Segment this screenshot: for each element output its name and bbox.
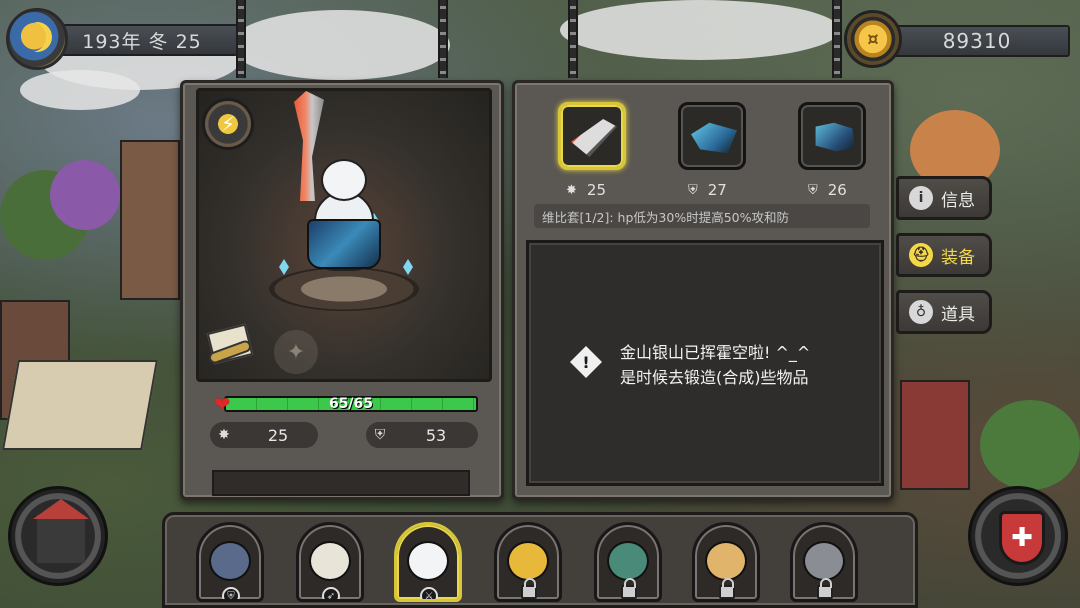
lock-icon	[521, 578, 537, 599]
armor-value: 27	[707, 181, 727, 199]
equip-slot-boots[interactable]	[798, 102, 866, 170]
equip-slot-weapon[interactable]	[558, 102, 626, 170]
tab-equipment[interactable]: ⛑ 装备	[896, 233, 992, 277]
hanging-chain	[438, 0, 448, 78]
date-display: 193年 冬 25	[6, 8, 238, 70]
hero-portrait-crocodile[interactable]	[594, 522, 662, 602]
hero-portrait-polar-bear[interactable]: ⚔	[394, 522, 462, 602]
hero-portrait-leopard[interactable]	[494, 522, 562, 602]
lock-icon	[817, 578, 833, 599]
battle-shield-button[interactable]: ✚	[968, 486, 1068, 586]
crusader-shield-icon: ✚	[999, 511, 1045, 565]
defense-value: 53	[425, 425, 447, 445]
empty-skill-slot-icon[interactable]: ✦	[274, 330, 318, 374]
equip-slot-armor[interactable]	[678, 102, 746, 170]
hero-description-bar	[212, 470, 470, 496]
map-scroll-icon[interactable]	[206, 323, 256, 372]
hanging-chain	[568, 0, 578, 78]
tab-equipment-label: 装备	[941, 247, 975, 268]
tab-info-label: 信息	[941, 190, 975, 211]
hero-portrait-eagle[interactable]: ➶	[296, 522, 364, 602]
lock-icon	[621, 578, 637, 599]
house-icon	[33, 499, 89, 563]
town-home-button[interactable]	[8, 486, 108, 586]
armor-stat: ⛨ 27	[688, 180, 727, 200]
lock-icon	[719, 578, 735, 599]
tab-info[interactable]: i 信息	[896, 176, 992, 220]
tab-items[interactable]: ♁ 道具	[896, 290, 992, 334]
set-bonus-text: 维比套[1/2]: hp低为30%时提高50%攻和防	[534, 204, 870, 228]
skill-slash-icon[interactable]: ⚡	[202, 98, 254, 150]
hp-text: 65/65	[328, 396, 374, 412]
weapon-stat: ✸ 25	[566, 180, 606, 200]
message-line-1: 金山银山已挥霍空啦! ^_^	[620, 343, 811, 362]
armor-icon	[691, 122, 737, 154]
empty-inventory-message: ! 金山银山已挥霍空啦! ^_^ 是时候去锻造(合成)些物品	[570, 340, 860, 390]
heart-icon: ❤	[213, 392, 231, 416]
tab-items-label: 道具	[941, 304, 975, 325]
hero-portrait-boar[interactable]: ⛨	[196, 522, 264, 602]
hp-bar: ❤ 65/65	[210, 392, 478, 416]
date-text: 193年 冬 25	[46, 24, 238, 56]
defense-icon: ⛨	[808, 182, 818, 198]
boots-icon	[815, 122, 855, 152]
defense-stat: ⛨ 53	[366, 422, 478, 448]
boots-stat: ⛨ 26	[808, 180, 847, 200]
hero-portrait-rhino[interactable]	[790, 522, 858, 602]
shield-badge-icon: ⛨	[222, 587, 240, 599]
bow-badge-icon: ➶	[322, 587, 340, 599]
message-line-2: 是时候去锻造(合成)些物品	[620, 368, 809, 387]
attack-stat: ✸ 25	[210, 422, 318, 448]
gold-display: ¤ 89310	[844, 10, 1070, 70]
helmet-icon: ⛑	[909, 243, 933, 267]
hanging-chain	[832, 0, 842, 78]
hero-portrait-giraffe[interactable]	[692, 522, 760, 602]
defense-icon: ⛨	[374, 427, 386, 443]
sword-icon	[571, 119, 617, 157]
warning-icon: !	[570, 346, 602, 378]
attack-icon: ✸	[566, 182, 577, 198]
sword-badge-icon: ⚔	[420, 587, 438, 599]
gold-coin-icon: ¤	[844, 10, 902, 68]
attack-icon: ✸	[218, 427, 230, 443]
hero-sword	[294, 91, 334, 211]
info-icon: i	[909, 186, 933, 210]
attack-value: 25	[267, 425, 289, 445]
potion-icon: ♁	[909, 300, 933, 324]
defense-icon: ⛨	[688, 182, 698, 198]
boots-value: 26	[827, 181, 847, 199]
weapon-value: 25	[586, 181, 606, 199]
gold-amount: 89310	[884, 25, 1070, 57]
